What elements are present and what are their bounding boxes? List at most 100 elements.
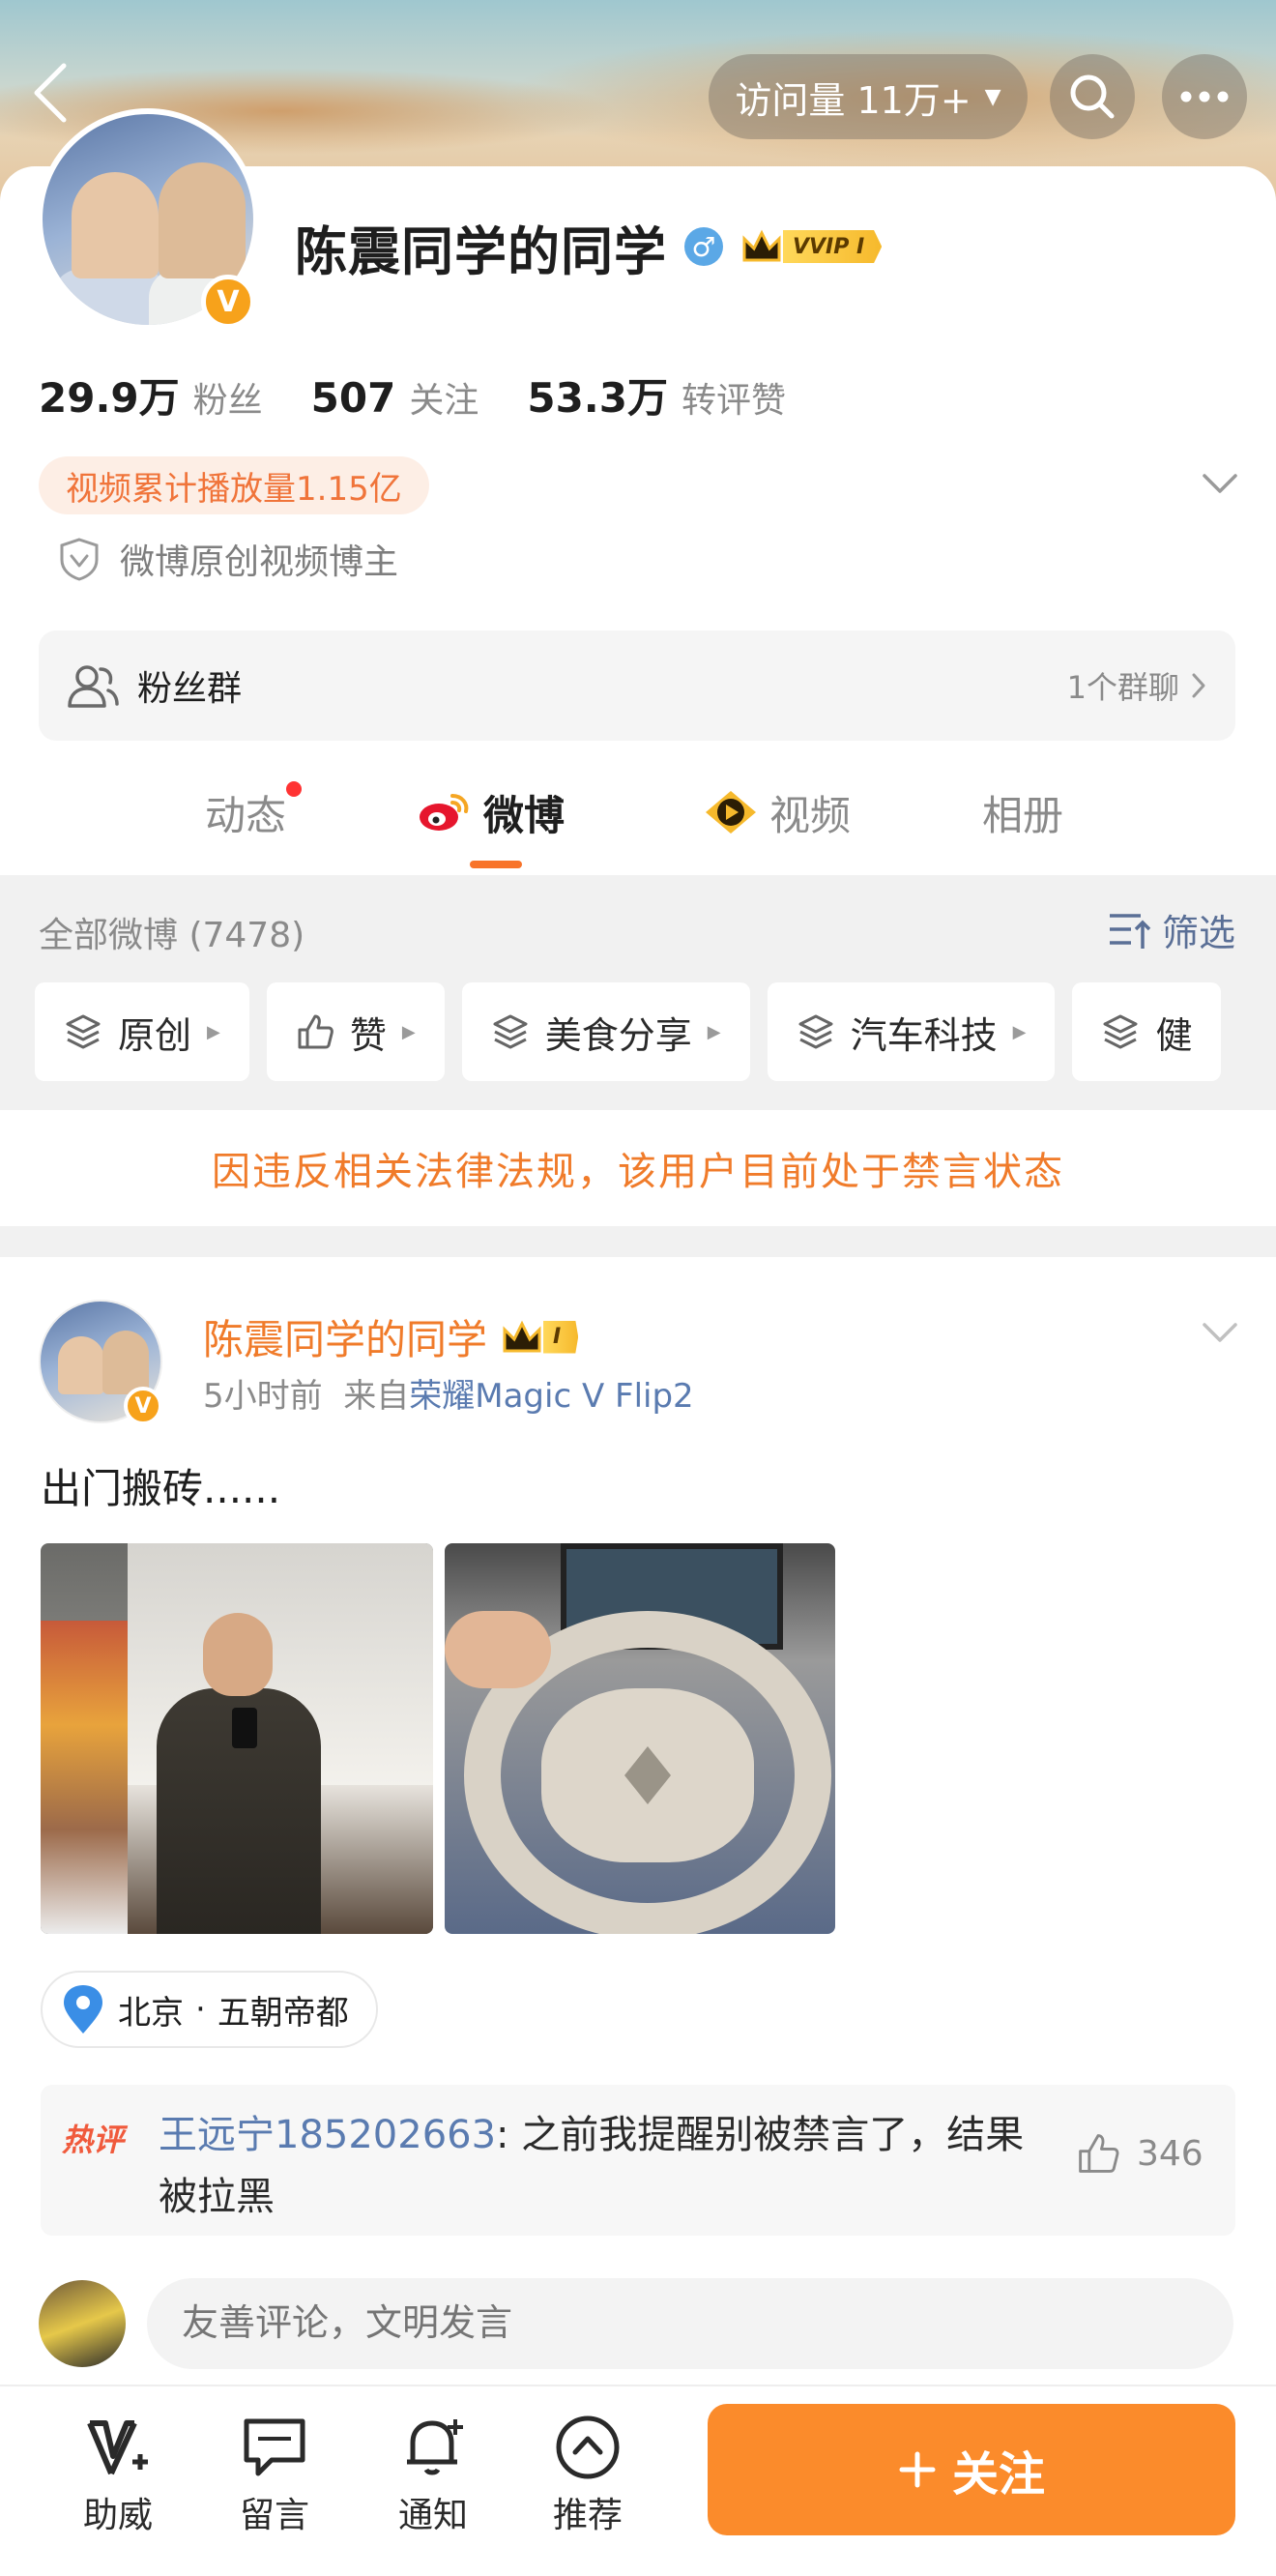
post-meta: 5小时前 来自荣耀Magic V Flip2 xyxy=(203,1369,694,1417)
comment-input[interactable] xyxy=(147,2278,1233,2369)
bottom-item-label: 通知 xyxy=(397,2496,468,2535)
post-time: 5小时前 xyxy=(203,1377,323,1416)
more-dots-icon xyxy=(1180,91,1229,102)
tab-video[interactable]: 视频 xyxy=(704,783,851,841)
stat-fans[interactable]: 29.9万 粉丝 xyxy=(39,366,263,424)
post-image-steering-wheel[interactable] xyxy=(445,1543,835,1934)
recommend-up-icon xyxy=(556,2415,620,2479)
layers-icon xyxy=(798,1014,833,1049)
like-count: 346 xyxy=(1137,2133,1204,2174)
post-author-row: 陈震同学的同学 I xyxy=(203,1307,579,1366)
location-area: 五朝帝都 xyxy=(217,1993,349,2033)
vvip-badge[interactable]: VVIP I xyxy=(740,227,883,266)
crown-icon xyxy=(742,229,781,262)
message-bubble-icon xyxy=(244,2418,305,2476)
vip-badge[interactable]: I xyxy=(501,1318,579,1357)
filter-icon xyxy=(1110,913,1151,949)
stat-engagement[interactable]: 53.3万 转评赞 xyxy=(527,366,786,424)
post-text: 出门搬砖...... xyxy=(41,1465,281,1512)
recommend-button[interactable]: 推荐 xyxy=(530,2414,646,2537)
caret-down-icon: ▼ xyxy=(984,84,1001,109)
search-button[interactable] xyxy=(1050,54,1135,139)
chevron-right-icon xyxy=(1192,673,1205,698)
hot-comment-tag: 热评 xyxy=(62,2122,125,2158)
cheer-v-plus-icon xyxy=(87,2420,148,2475)
filter-button[interactable]: 筛选 xyxy=(1108,903,1235,956)
bell-plus-icon xyxy=(407,2419,463,2475)
cheer-button[interactable]: 助威 xyxy=(60,2414,176,2537)
chip-health[interactable]: 健 xyxy=(1072,982,1222,1081)
bottom-item-label: 留言 xyxy=(239,2496,309,2535)
all-weibo-count: 全部微博 (7478) xyxy=(39,916,305,955)
video-play-count-badge: 视频累计播放量1.15亿 xyxy=(39,456,429,514)
muted-notice: 因违反相关法律法规，该用户目前处于禁言状态 xyxy=(0,1110,1276,1226)
expand-chevron-icon[interactable] xyxy=(1199,462,1241,505)
filter-label: 筛选 xyxy=(1162,912,1236,954)
search-icon xyxy=(1070,74,1115,119)
fans-group-row[interactable]: 粉丝群 1个群聊 xyxy=(39,630,1235,741)
hot-comment-text: 王远宁185202663: 之前我提醒别被禁言了，结果被拉黑 xyxy=(159,2104,1029,2228)
location-separator: · xyxy=(195,1990,206,2029)
vip-level-tag: I xyxy=(543,1320,579,1354)
tab-label: 动态 xyxy=(205,791,287,839)
current-user-avatar xyxy=(39,2280,126,2367)
profile-tabs: 动态 微博 视频 相册 xyxy=(0,764,1276,870)
hot-comment-user[interactable]: 王远宁185202663 xyxy=(159,2113,496,2157)
message-button[interactable]: 留言 xyxy=(217,2414,333,2537)
video-icon xyxy=(706,791,756,834)
stat-label: 转评赞 xyxy=(681,381,786,421)
category-chips: 原创 ▶ 赞 ▶ 美食分享 ▶ 汽车科技 ▶ 健 xyxy=(35,982,1222,1081)
chip-label: 赞 xyxy=(349,1013,387,1057)
stat-following[interactable]: 507 关注 xyxy=(311,372,479,423)
stat-label: 关注 xyxy=(409,381,479,421)
chip-label: 美食分享 xyxy=(544,1013,692,1057)
stat-number: 507 xyxy=(310,374,396,422)
unread-dot xyxy=(286,781,303,797)
chip-likes[interactable]: 赞 ▶ xyxy=(266,982,445,1081)
hot-comment[interactable]: 热评 王远宁185202663: 之前我提醒别被禁言了，结果被拉黑 346 xyxy=(41,2085,1235,2236)
tab-weibo[interactable]: 微博 xyxy=(416,783,565,841)
tab-label: 微博 xyxy=(483,791,566,839)
tab-album[interactable]: 相册 xyxy=(982,783,1063,841)
chip-original[interactable]: 原创 ▶ xyxy=(35,982,249,1081)
chip-auto-tech[interactable]: 汽车科技 ▶ xyxy=(767,982,1056,1081)
follow-button[interactable]: 关注 xyxy=(708,2404,1235,2535)
fans-group-count: 1个群聊 xyxy=(1067,663,1208,708)
shield-icon xyxy=(60,538,99,581)
chip-label: 汽车科技 xyxy=(850,1013,998,1057)
chip-arrow-icon: ▶ xyxy=(401,1021,416,1042)
fans-group-label: 粉丝群 xyxy=(137,669,243,709)
back-button[interactable] xyxy=(29,62,87,130)
verified-badge-icon: V xyxy=(201,275,255,329)
crown-icon xyxy=(503,1320,541,1352)
post-image-selfie[interactable] xyxy=(41,1543,433,1934)
weibo-logo-icon xyxy=(420,794,469,831)
chip-food[interactable]: 美食分享 ▶ xyxy=(461,982,750,1081)
profile-name: 陈震同学的同学 xyxy=(295,220,667,282)
thumbs-up-icon xyxy=(298,1014,334,1049)
layers-icon xyxy=(493,1014,528,1049)
vvip-tag: VVIP I xyxy=(783,230,883,263)
chip-arrow-icon: ▶ xyxy=(207,1021,220,1042)
tab-label: 视频 xyxy=(769,791,852,839)
active-tab-indicator xyxy=(470,861,522,868)
hot-comment-like[interactable]: 346 xyxy=(1075,2131,1204,2176)
group-count-text: 1个群聊 xyxy=(1066,669,1179,706)
verified-badge-icon: V xyxy=(124,1387,162,1425)
stat-number: 53.3万 xyxy=(527,374,668,422)
layers-icon xyxy=(66,1014,101,1049)
post-source-device[interactable]: 荣耀Magic V Flip2 xyxy=(409,1377,693,1416)
more-button[interactable] xyxy=(1162,54,1247,139)
bottom-action-bar: 助威 留言 通知 推荐 关注 xyxy=(0,2385,1276,2576)
tab-label: 相册 xyxy=(982,791,1064,839)
tab-dynamics[interactable]: 动态 xyxy=(205,781,303,841)
post-menu-chevron-icon[interactable] xyxy=(1199,1311,1241,1354)
post-author-name[interactable]: 陈震同学的同学 xyxy=(203,1307,487,1366)
visits-dropdown[interactable]: 访问量 11万+ ▼ xyxy=(709,54,1028,139)
comment-row xyxy=(39,2278,1237,2369)
location-tag[interactable]: 北京 · 五朝帝都 xyxy=(41,1971,378,2048)
certification-row: 微博原创视频博主 xyxy=(58,534,398,584)
notify-button[interactable]: 通知 xyxy=(375,2414,491,2537)
group-people-icon xyxy=(68,665,119,708)
chip-arrow-icon: ▶ xyxy=(707,1021,721,1042)
